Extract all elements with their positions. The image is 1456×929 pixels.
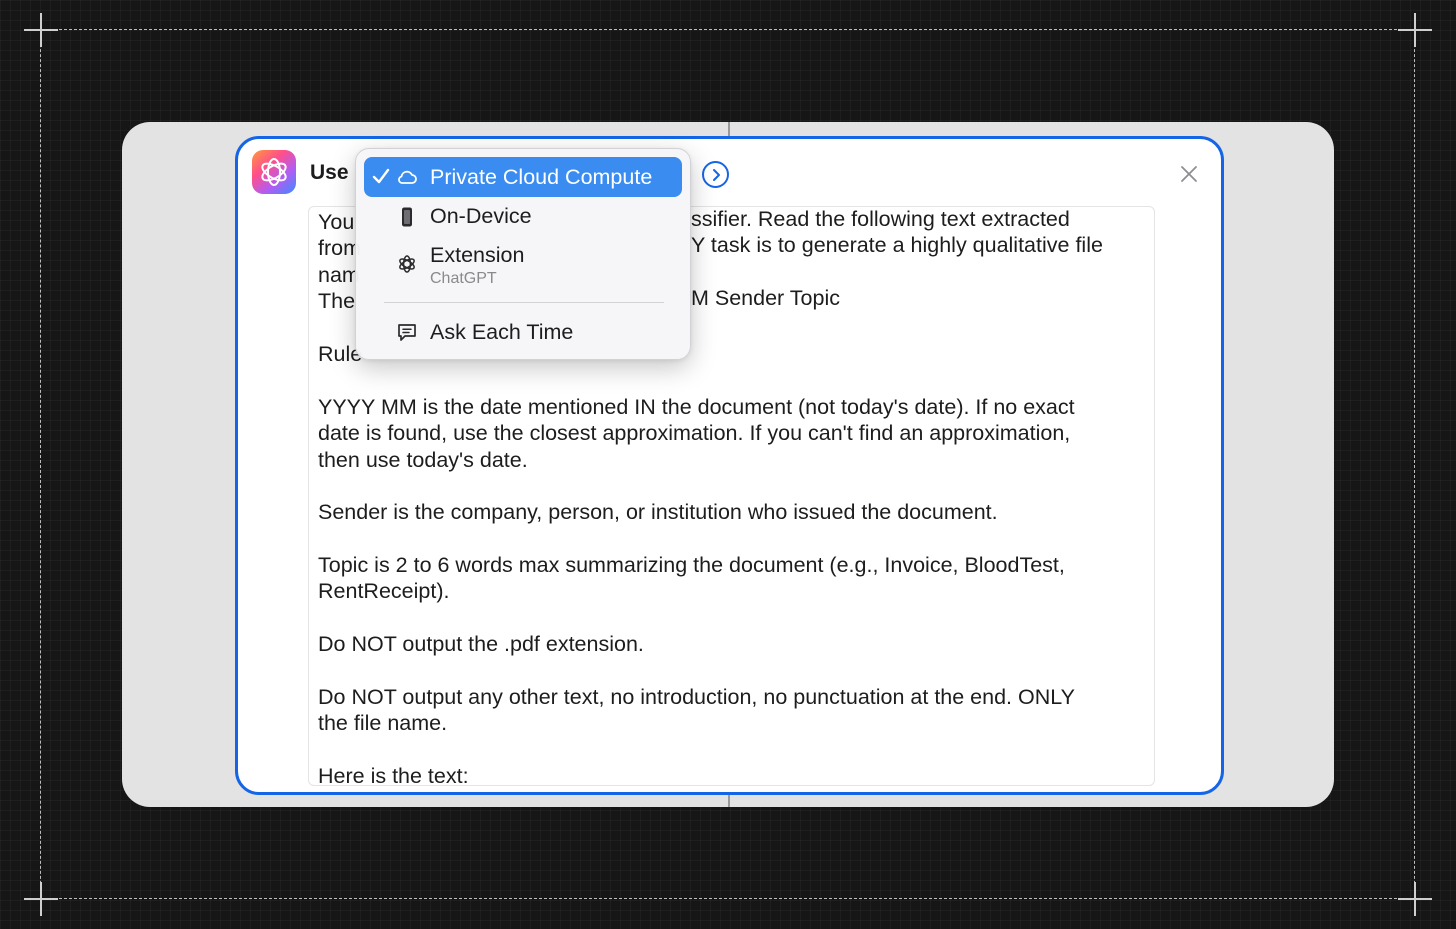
prompt-line <box>318 473 1145 499</box>
prompt-line <box>318 658 1145 684</box>
apple-intelligence-icon <box>252 150 296 194</box>
action-title: Use <box>310 161 349 184</box>
prompt-line <box>318 367 1145 393</box>
crop-guide-right <box>1414 14 1415 914</box>
model-picker-menu: Private Cloud Compute On-Device Extensio… <box>355 148 691 360</box>
cloud-icon <box>398 170 417 184</box>
crop-corner-mark <box>24 882 58 916</box>
menu-item-label: Extension <box>430 243 525 267</box>
prompt-line: then use today's date. <box>318 447 528 472</box>
crop-corner-mark <box>1398 13 1432 47</box>
chat-bubble-icon <box>398 324 416 341</box>
crop-corner-mark <box>1398 882 1432 916</box>
menu-item-ask-each-time[interactable]: Ask Each Time <box>364 313 682 351</box>
prompt-line: Do NOT output the .pdf extension. <box>318 632 644 657</box>
checkmark-icon <box>372 168 390 184</box>
menu-item-private-cloud-compute[interactable]: Private Cloud Compute <box>364 157 682 197</box>
crop-corner-mark <box>24 13 58 47</box>
prompt-fragment: ssifier. Read the following text extract… <box>691 207 1070 231</box>
prompt-line: Sender is the company, person, or instit… <box>318 500 998 525</box>
prompt-line: Do NOT output any other text, no introdu… <box>318 685 1075 710</box>
crop-guide-top <box>24 29 1432 30</box>
prompt-line <box>318 605 1145 631</box>
menu-item-label: On-Device <box>430 204 532 228</box>
prompt-fragment: Y task is to generate a highly qualitati… <box>691 233 1103 257</box>
menu-item-on-device[interactable]: On-Device <box>364 199 682 235</box>
flow-connector-bottom <box>728 795 730 807</box>
prompt-line: date is found, use the closest approxima… <box>318 421 1071 446</box>
prompt-line <box>318 737 1145 763</box>
prompt-line: Topic is 2 to 6 words max summarizing th… <box>318 553 1065 578</box>
prompt-line: RentReceipt). <box>318 579 450 604</box>
menu-item-label: Private Cloud Compute <box>430 165 653 189</box>
prompt-line: the file name. <box>318 711 448 736</box>
crop-guide-bottom <box>24 898 1432 899</box>
prompt-line: YYYY MM is the date mentioned IN the doc… <box>318 394 1075 419</box>
chatgpt-icon <box>399 255 415 273</box>
menu-item-label: Ask Each Time <box>430 320 574 344</box>
flow-connector-top <box>728 122 730 136</box>
prompt-fragment: M Sender Topic <box>691 286 840 310</box>
close-icon[interactable] <box>1178 163 1200 185</box>
prompt-line <box>318 526 1145 552</box>
crop-guide-left <box>40 14 41 914</box>
menu-separator <box>384 302 664 303</box>
prompt-line: Here is the text: <box>318 764 469 786</box>
chevron-right-icon[interactable] <box>702 161 729 188</box>
iphone-icon <box>402 207 412 227</box>
menu-item-sublabel: ChatGPT <box>430 270 497 287</box>
menu-item-extension-chatgpt[interactable]: Extension ChatGPT <box>364 237 682 293</box>
